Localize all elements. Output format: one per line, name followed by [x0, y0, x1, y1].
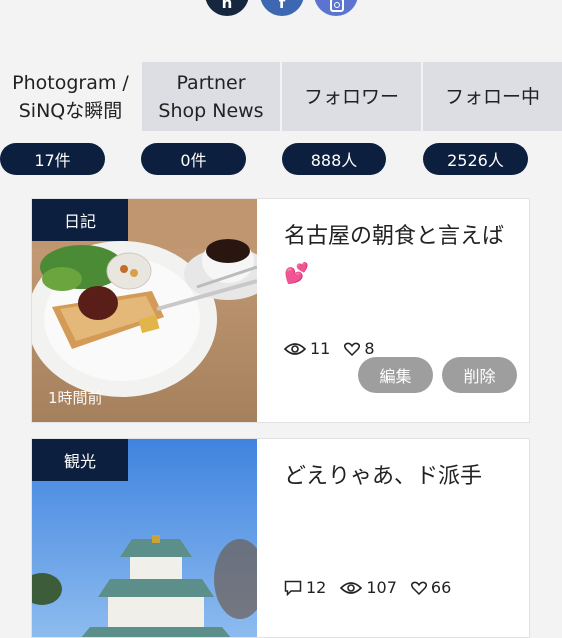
profile-tabs: Photogram / SiNQな瞬間 Partner Shop News フォ…: [0, 62, 562, 131]
tab-label: Photogram / SiNQな瞬間: [12, 71, 129, 122]
like-count: 8: [364, 339, 375, 358]
tab-label: フォロワー: [303, 85, 399, 108]
tab-counts: 17件 0件 888人 2526人: [0, 143, 562, 175]
edit-button[interactable]: 編集: [358, 357, 433, 393]
delete-button[interactable]: 削除: [442, 357, 517, 393]
comment-icon: [284, 580, 302, 596]
tab-partner-shop-news[interactable]: Partner Shop News: [142, 62, 280, 131]
post-card[interactable]: 日記 1時間前 名古屋の朝食と言えば💕 11 8 編集 削除: [31, 198, 530, 423]
tab-photogram[interactable]: Photogram / SiNQな瞬間: [0, 62, 141, 131]
eye-icon: [284, 342, 306, 355]
post-card[interactable]: 観光 どえりゃあ、ド派手 12 107 66: [31, 438, 530, 638]
post-title[interactable]: どえりゃあ、ド派手: [284, 459, 514, 495]
post-time: 1時間前: [48, 389, 103, 407]
tab-label: Partner Shop News: [158, 71, 264, 122]
facebook-icon: f: [278, 0, 286, 12]
tab-following[interactable]: フォロー中: [423, 62, 562, 131]
view-count: 107: [366, 578, 397, 597]
tab-followers[interactable]: フォロワー: [282, 62, 421, 131]
category-badge: 観光: [32, 439, 128, 481]
heart-icon: [344, 342, 361, 356]
heart-icon: [410, 581, 427, 595]
post-photo[interactable]: 観光: [32, 439, 257, 637]
count-badge-followers: 888人: [282, 143, 386, 175]
instagram-link-button[interactable]: [314, 0, 358, 16]
post-photo[interactable]: 日記 1時間前: [32, 199, 257, 422]
count-badge-partner-shop-news: 0件: [141, 143, 246, 175]
count-badge-following: 2526人: [423, 143, 528, 175]
eye-icon: [340, 581, 363, 594]
note-icon: n: [221, 0, 233, 12]
category-badge: 日記: [32, 199, 128, 241]
comment-count: 12: [306, 578, 327, 597]
social-links: n f: [0, 0, 562, 20]
post-title[interactable]: 名古屋の朝食と言えば💕: [284, 219, 514, 292]
count-badge-photogram: 17件: [0, 143, 105, 175]
note-link-button[interactable]: n: [205, 0, 249, 16]
post-stats: 12 107 66: [284, 578, 459, 597]
two-hearts-emoji-icon: 💕: [284, 261, 309, 285]
facebook-link-button[interactable]: f: [260, 0, 304, 16]
view-count: 11: [310, 339, 331, 358]
tab-label: フォロー中: [444, 85, 540, 108]
post-stats: 11 8: [284, 339, 383, 358]
like-count: 66: [430, 578, 452, 597]
